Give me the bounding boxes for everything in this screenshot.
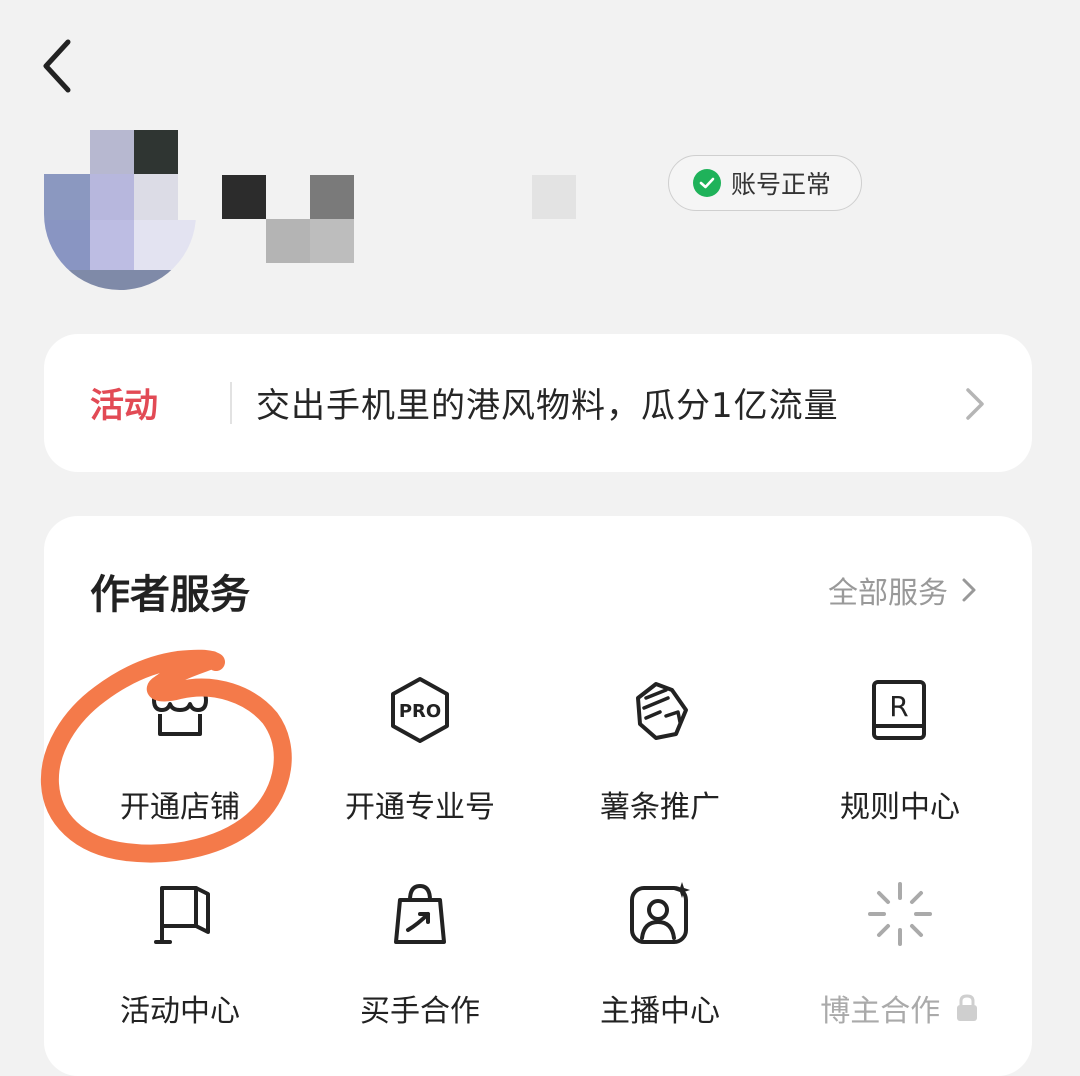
service-label: 博主合作 <box>780 986 1020 1030</box>
activity-tag: 活动 <box>90 386 158 426</box>
account-status-text: 账号正常 <box>731 170 832 199</box>
nickname-redacted <box>222 175 582 265</box>
svg-text:PRO: PRO <box>399 701 441 722</box>
services-title: 作者服务 <box>90 572 250 618</box>
flag-icon <box>154 886 210 944</box>
service-label: 薯条推广 <box>600 790 720 825</box>
streamer-icon <box>630 882 690 944</box>
all-services-label: 全部服务 <box>828 576 948 611</box>
service-fries-promotion[interactable]: 薯条推广 <box>540 676 780 826</box>
avatar[interactable] <box>44 130 196 290</box>
service-label: 买手合作 <box>360 994 480 1029</box>
chevron-right-icon <box>966 388 984 420</box>
back-button[interactable] <box>34 34 84 98</box>
service-streamer-center[interactable]: 主播中心 <box>540 880 780 1030</box>
fist-promotion-icon <box>636 682 688 740</box>
service-label: 活动中心 <box>120 994 240 1029</box>
service-activity-center[interactable]: 活动中心 <box>60 880 300 1030</box>
pro-badge-icon: PRO <box>391 677 449 743</box>
service-buyer-cooperation[interactable]: 买手合作 <box>300 880 540 1030</box>
service-label-text: 博主合作 <box>820 994 941 1029</box>
activity-text: 交出手机里的港风物料，瓜分1亿流量 <box>256 386 839 426</box>
service-open-shop[interactable]: 开通店铺 <box>60 676 300 826</box>
service-rules-center[interactable]: R 规则中心 <box>780 676 1020 826</box>
lock-icon <box>956 994 977 1021</box>
chevron-right-icon <box>962 578 976 602</box>
service-label: 开通专业号 <box>345 790 495 825</box>
service-blogger-cooperation[interactable]: 博主合作 <box>780 880 1020 1030</box>
activity-banner[interactable]: 活动 交出手机里的港风物料，瓜分1亿流量 <box>44 334 1032 472</box>
shop-icon <box>152 686 208 736</box>
shopping-bag-icon <box>394 883 446 944</box>
author-services-card: 作者服务 全部服务 开通店铺 PRO 开通专业号 薯条推广 R 规则中心 活动中… <box>44 516 1032 1076</box>
service-label: 规则中心 <box>840 790 960 825</box>
all-services-link[interactable]: 全部服务 <box>828 568 978 612</box>
chevron-left-icon <box>43 39 71 93</box>
activity-divider <box>230 382 232 424</box>
sparkle-icon <box>868 882 932 946</box>
rulebook-icon: R <box>872 680 926 740</box>
service-label: 主播中心 <box>600 994 720 1029</box>
service-open-pro-account[interactable]: PRO 开通专业号 <box>300 676 540 826</box>
svg-text:R: R <box>889 690 908 723</box>
account-status-badge[interactable]: 账号正常 <box>668 155 862 211</box>
service-label: 开通店铺 <box>120 790 240 825</box>
check-circle-icon <box>693 169 721 197</box>
